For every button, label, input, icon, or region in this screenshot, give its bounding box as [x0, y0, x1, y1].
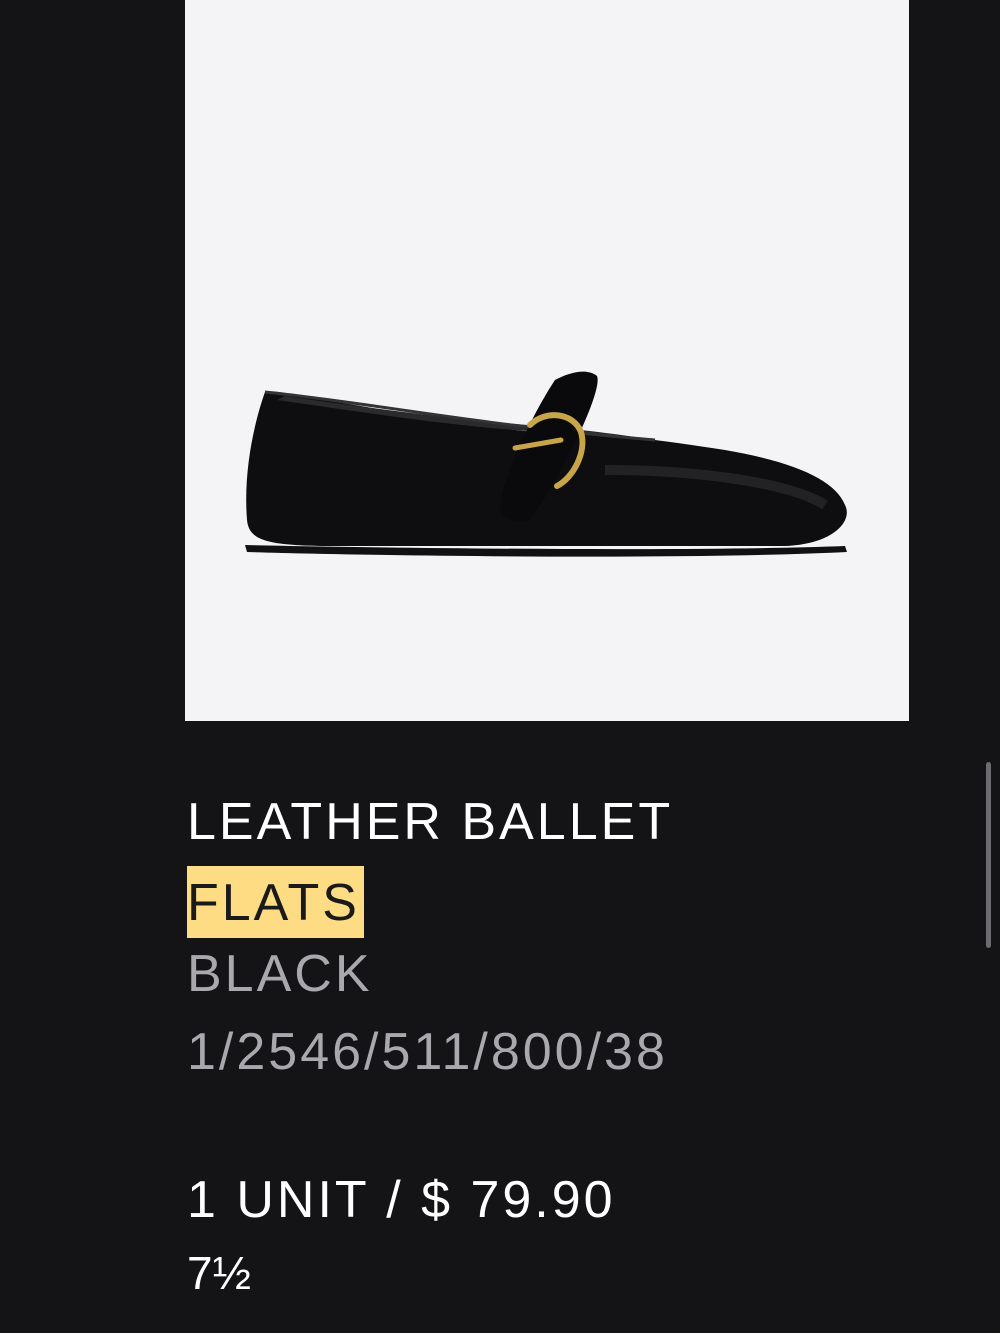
product-size: 7½ — [187, 1247, 251, 1299]
product-color: BLACK — [187, 945, 373, 1003]
product-reference: 1/2546/511/800/38 — [187, 1023, 668, 1081]
product-title-line2: FLATS — [187, 866, 967, 938]
quantity-price: 1 UNIT / $ 79.90 — [187, 1171, 616, 1229]
scrollbar[interactable] — [986, 762, 991, 948]
product-title-line1: LEATHER BALLET — [187, 793, 674, 851]
product-info: LEATHER BALLET FLATS BLACK 1/2546/511/80… — [187, 790, 967, 1302]
ballet-flat-shoe-image — [245, 371, 847, 557]
product-image[interactable] — [185, 0, 909, 721]
search-highlight: FLATS — [187, 866, 364, 938]
